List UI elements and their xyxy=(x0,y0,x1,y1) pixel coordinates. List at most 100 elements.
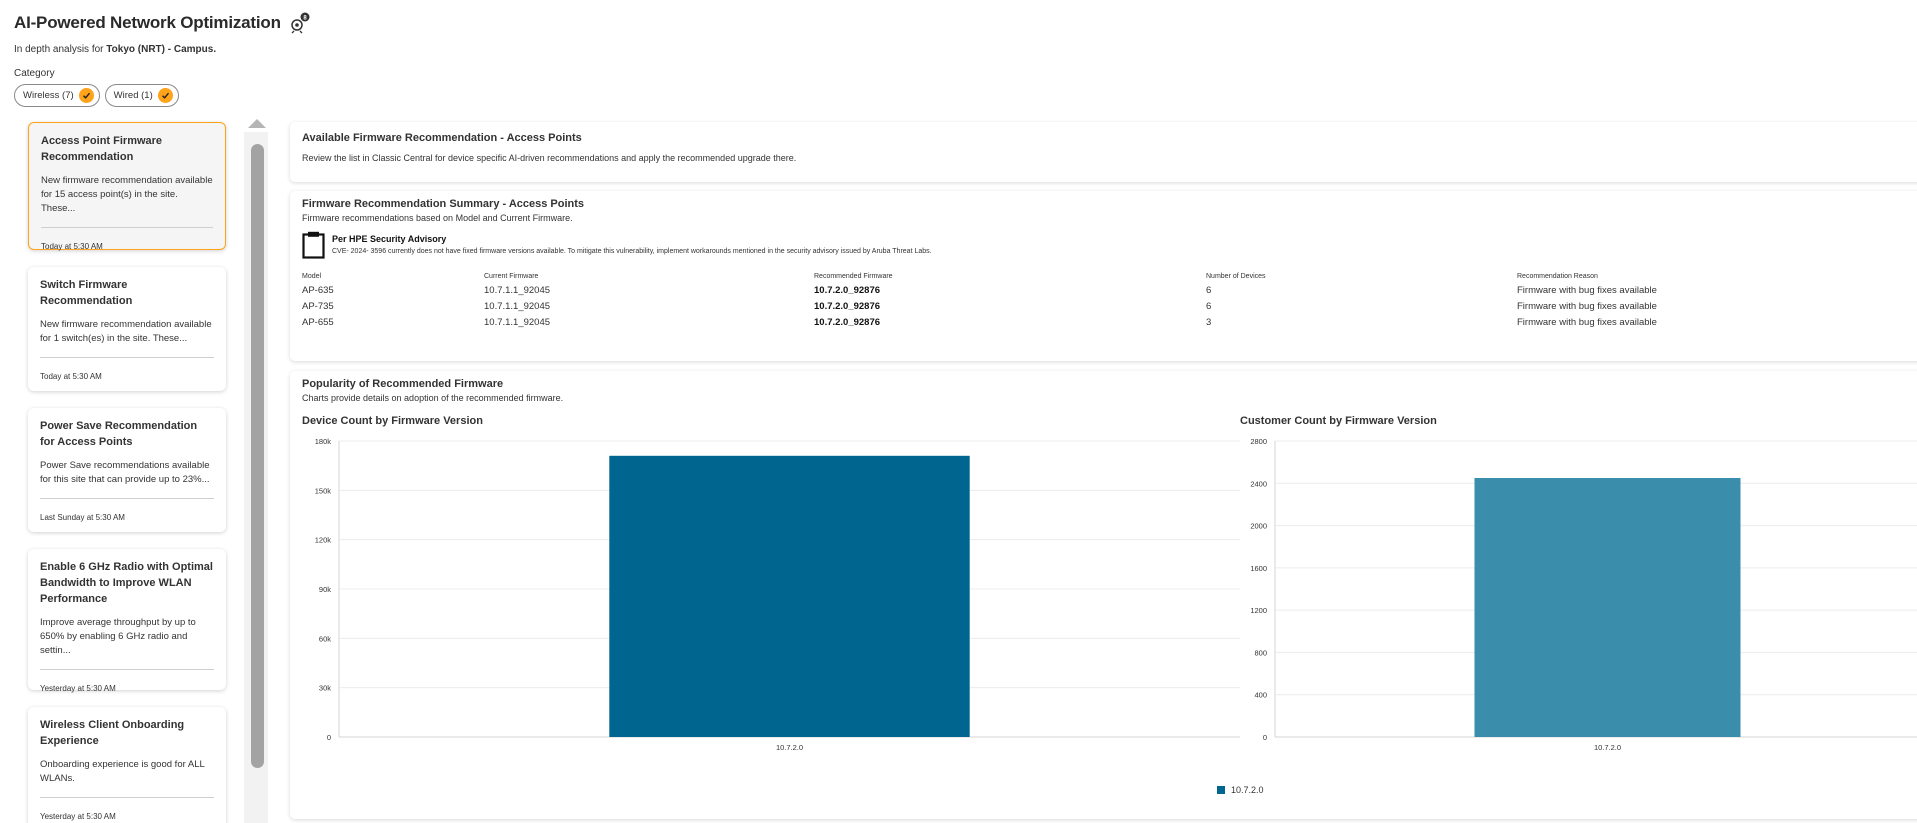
ai-sparkle-icon[interactable]: 8 xyxy=(289,12,311,34)
recommendation-list: Access Point Firmware Recommendation New… xyxy=(28,122,226,823)
firmware-popularity-panel: Popularity of Recommended Firmware Chart… xyxy=(290,371,1917,819)
legend-label: 10.7.2.0 xyxy=(1231,785,1264,795)
cell-current-firmware: 10.7.1.1_92045 xyxy=(484,285,551,296)
panel-subtitle: Charts provide details on adoption of th… xyxy=(302,393,564,403)
card-title: Power Save Recommendation for Access Poi… xyxy=(40,420,198,448)
category-filter: Category Wireless (7) Wired (1) xyxy=(14,68,179,107)
clipboard-icon xyxy=(302,231,325,259)
x-tick-label: 10.7.2.0 xyxy=(776,743,803,752)
divider xyxy=(40,357,214,358)
customer-count-chart-svg: 0 400 800 1200 1600 2000 2400 2800 10.7.2.0 xyxy=(1250,437,1917,752)
cell-model: AP-655 xyxy=(302,317,334,328)
y-tick-label: 30k xyxy=(319,684,331,693)
card-timestamp: Yesterday at 5:30 AM xyxy=(40,684,116,693)
site-name: Tokyo (NRT) - Campus. xyxy=(106,44,217,55)
checkmark-icon xyxy=(157,88,173,103)
recommendation-card-power-save[interactable]: Power Save Recommendation for Access Poi… xyxy=(28,408,226,532)
recommendation-card-ap-firmware[interactable]: Access Point Firmware Recommendation New… xyxy=(28,122,226,251)
panel-title: Firmware Recommendation Summary - Access… xyxy=(302,198,585,210)
cell-recommended-firmware: 10.7.2.0_92876 xyxy=(814,285,881,296)
table-header-row: Model Current Firmware Recommended Firmw… xyxy=(302,273,1842,283)
panel-title: Available Firmware Recommendation - Acce… xyxy=(302,132,582,144)
card-title: Access Point Firmware Recommendation xyxy=(41,135,163,163)
table-row: AP-635 10.7.1.1_92045 10.7.2.0_92876 6 F… xyxy=(302,283,1842,299)
card-description: New firmware recommendation available fo… xyxy=(41,175,213,214)
cell-model: AP-635 xyxy=(302,285,334,296)
y-tick-label: 120k xyxy=(315,536,332,545)
divider xyxy=(40,797,214,798)
cell-current-firmware: 10.7.1.1_92045 xyxy=(484,317,551,328)
table-row: AP-655 10.7.1.1_92045 10.7.2.0_92876 3 F… xyxy=(302,315,1842,331)
y-tick-label: 0 xyxy=(327,733,331,742)
recommendation-card-client-onboarding[interactable]: Wireless Client Onboarding Experience On… xyxy=(28,707,226,823)
firmware-summary-panel: Firmware Recommendation Summary - Access… xyxy=(290,191,1917,361)
recommendation-card-switch-firmware[interactable]: Switch Firmware Recommendation New firmw… xyxy=(28,267,226,391)
y-tick-label: 90k xyxy=(319,585,331,594)
panel-title: Popularity of Recommended Firmware xyxy=(302,378,504,390)
cell-device-count: 6 xyxy=(1206,301,1212,312)
y-tick-label: 1600 xyxy=(1250,564,1267,573)
cell-reason: Firmware with bug fixes available xyxy=(1517,317,1657,328)
chart-legend[interactable]: 10.7.2.0 xyxy=(1217,785,1264,795)
cell-reason: Firmware with bug fixes available xyxy=(1517,285,1657,296)
chip-label: Wired (1) xyxy=(113,90,153,101)
x-tick-label: 10.7.2.0 xyxy=(1594,743,1621,752)
device-count-chart-svg: 0 30k 60k 90k 120k 150k 180k 10.7.2.0 xyxy=(315,437,1240,752)
cell-reason: Firmware with bug fixes available xyxy=(1517,301,1657,312)
column-header: Current Firmware xyxy=(484,273,539,280)
scrollbar-thumb[interactable] xyxy=(251,144,264,768)
y-tick-label: 150k xyxy=(315,486,332,495)
card-title: Enable 6 GHz Radio with Optimal Bandwidt… xyxy=(40,561,213,605)
card-timestamp: Last Sunday at 5:30 AM xyxy=(40,513,125,522)
card-title: Wireless Client Onboarding Experience xyxy=(40,719,185,747)
card-title: Switch Firmware Recommendation xyxy=(40,279,133,307)
customer-count-chart: Customer Count by Firmware Version 0 400 8… xyxy=(1240,415,1917,772)
page-title: AI-Powered Network Optimization xyxy=(14,13,281,32)
card-description: Onboarding experience is good for ALL WL… xyxy=(40,759,205,784)
divider xyxy=(41,227,213,228)
checkmark-icon xyxy=(78,88,94,103)
advisory-title: Per HPE Security Advisory xyxy=(332,234,447,244)
legend-swatch xyxy=(1217,786,1225,794)
y-tick-label: 800 xyxy=(1254,648,1267,657)
chip-wireless[interactable]: Wireless (7) xyxy=(14,84,100,107)
divider xyxy=(40,669,214,670)
advisory-text: CVE- 2024- 3596 currently does not have … xyxy=(332,248,932,255)
y-tick-label: 400 xyxy=(1254,691,1267,700)
chart-title: Device Count by Firmware Version xyxy=(302,415,483,427)
cell-current-firmware: 10.7.1.1_92045 xyxy=(484,301,551,312)
chip-label: Wireless (7) xyxy=(23,90,74,101)
y-tick-label: 0 xyxy=(1263,733,1267,742)
cell-model: AP-735 xyxy=(302,301,334,312)
card-timestamp: Today at 5:30 AM xyxy=(41,242,103,251)
y-tick-label: 1200 xyxy=(1250,606,1267,615)
chart-title: Customer Count by Firmware Version xyxy=(1240,415,1437,427)
table-row: AP-735 10.7.1.1_92045 10.7.2.0_92876 6 F… xyxy=(302,299,1842,315)
column-header: Recommended Firmware xyxy=(814,273,893,280)
cell-device-count: 3 xyxy=(1206,317,1212,328)
cell-device-count: 6 xyxy=(1206,285,1212,296)
panel-text: Review the list in Classic Central for d… xyxy=(302,153,797,163)
bar xyxy=(609,455,970,737)
page-header: AI-Powered Network Optimization 8 In dep… xyxy=(14,12,311,55)
category-label: Category xyxy=(14,68,55,79)
column-header: Number of Devices xyxy=(1206,273,1266,280)
y-tick-label: 2000 xyxy=(1250,522,1267,531)
panel-subtitle: Firmware recommendations based on Model … xyxy=(302,213,573,223)
column-header: Model xyxy=(302,273,322,280)
card-description: Power Save recommendations available for… xyxy=(40,460,210,485)
scroll-up-arrow-icon[interactable] xyxy=(248,119,266,128)
recommendation-card-6ghz-radio[interactable]: Enable 6 GHz Radio with Optimal Bandwidt… xyxy=(28,549,226,693)
card-description: Improve average throughput by up to 650%… xyxy=(40,617,196,656)
card-timestamp: Yesterday at 5:30 AM xyxy=(40,812,116,821)
bar xyxy=(1474,478,1741,737)
y-tick-label: 2800 xyxy=(1250,437,1267,446)
chip-wired[interactable]: Wired (1) xyxy=(104,84,179,107)
y-tick-label: 60k xyxy=(319,634,331,643)
card-description: New firmware recommendation available fo… xyxy=(40,319,212,344)
security-advisory: Per HPE Security Advisory CVE- 2024- 359… xyxy=(302,231,1917,259)
page-subtitle: In depth analysis for Tokyo (NRT) - Camp… xyxy=(14,44,217,55)
firmware-table: Model Current Firmware Recommended Firmw… xyxy=(302,273,1842,331)
cell-recommended-firmware: 10.7.2.0_92876 xyxy=(814,301,881,312)
device-count-chart: Device Count by Firmware Version 0 30k 60k… xyxy=(302,415,1240,772)
